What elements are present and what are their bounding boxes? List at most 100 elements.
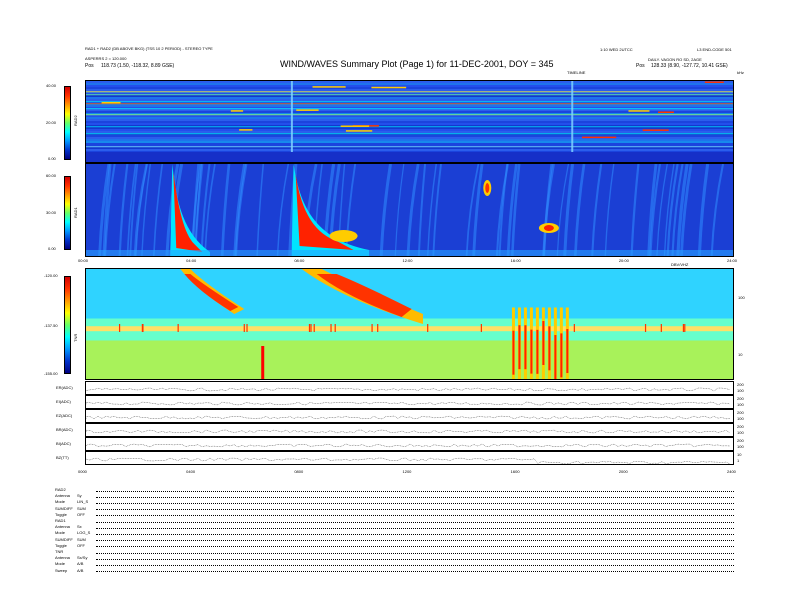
tnr-speck-5 — [330, 324, 332, 332]
bottom-time-axis: 0000 0400 0800 1200 1600 2000 2400 — [78, 468, 736, 478]
strip-2 — [85, 409, 734, 423]
summary-plot-page: RAD1 + RAD2 (DB ABOVE BKG) (TSS 10 2 PER… — [0, 0, 792, 612]
strip-3-label: BR(ADC) — [56, 427, 73, 432]
rad2-band-0 — [86, 91, 733, 93]
rad2-burst-0 — [290, 81, 293, 162]
tnr-burst-core-8 — [560, 333, 563, 378]
strip-1-line — [85, 401, 731, 406]
tnr-panel — [85, 268, 734, 380]
rad2-hotspot-10 — [101, 101, 121, 104]
strip-0-trace — [85, 387, 731, 392]
rad2-band-2 — [86, 101, 733, 103]
rad2-band-8 — [86, 146, 733, 148]
header-left-line1: RAD1 + RAD2 (DB ABOVE BKG) (TSS 10 2 PER… — [85, 46, 213, 51]
rad2-tick-mid: 20.00 — [46, 120, 57, 125]
rad2-hotspot-3 — [230, 110, 244, 112]
tnr-right-tick-100: 100 — [738, 295, 745, 300]
tnr-tick-bottom: -155.00 — [44, 371, 58, 376]
info-tnr-line-0-key: Antenna — [55, 555, 70, 561]
tnr-burst-core-2 — [524, 325, 527, 370]
rad2-spectrogram — [86, 81, 733, 162]
header-right-line2: L3 END-CODE 501 — [697, 47, 732, 52]
strip-2-label: EZ(ADC) — [56, 413, 73, 418]
rad1-tick-bottom: 0.00 — [48, 246, 56, 251]
info-tnr-line-2-value: A/B — [77, 567, 84, 573]
strip-4-label: BI(ADC) — [56, 441, 71, 446]
rad2-tick-top: 40.00 — [46, 83, 57, 88]
tnr-axis-label: TNR — [73, 333, 78, 342]
strip-3 — [85, 423, 734, 437]
rad2-band-7 — [86, 133, 733, 135]
time-axis: 00:00 04:00 08:00 12:00 16:00 20:00 24:00 — [78, 257, 738, 267]
page-title: WIND/WAVES Summary Plot (Page 1) for 11-… — [280, 59, 554, 69]
bottom-axis-tick-6: 2400 — [727, 469, 736, 474]
rad2-hotspot-13 — [371, 86, 407, 89]
info-tnr-line-0-value: Sx/Sy — [77, 555, 88, 561]
info-tnr-title: TNR — [55, 549, 64, 554]
info-tnr-line-1-value: A/B — [77, 561, 84, 567]
rad1-tick-mid: 30.00 — [46, 210, 57, 215]
info-tnr-line-1-key: Mode — [55, 561, 66, 567]
rad2-band-3 — [86, 103, 733, 105]
tnr-burst-core-4 — [536, 329, 539, 374]
info-tnr-line-2-key: Sweep — [55, 567, 68, 573]
tnr-speck-17 — [118, 324, 121, 332]
time-axis-tick-1: 04:00 — [186, 258, 197, 263]
header-right-pos-value: 128.33 (8.90, -127.72, 10.41 GSE) — [651, 63, 728, 69]
time-axis-tick-4: 16:00 — [510, 258, 521, 263]
tnr-speck-15 — [246, 324, 248, 332]
info-rad1-line-0-value: Sx — [77, 524, 82, 530]
tnr-speck-4 — [177, 324, 179, 332]
rad2-hotspot-12 — [704, 81, 724, 83]
rad2-hotspot-0 — [312, 86, 346, 88]
info-rad1-line-3-value: OFF — [77, 542, 85, 548]
info-rad1-line-0-dots — [96, 527, 734, 529]
tnr-speck-18 — [313, 324, 315, 332]
strip-4-right-tick-0: 200 — [737, 438, 744, 443]
strip-4-right-tick-1: 100 — [737, 444, 744, 449]
info-tnr-line-1-dots — [96, 564, 734, 566]
info-rad1-line-3-dots — [96, 546, 734, 548]
strip-0-label: ER(ADC) — [56, 385, 73, 390]
info-tnr-line-0-dots — [96, 558, 734, 560]
info-rad1-line-1-key: Mode — [55, 530, 66, 536]
strip-4-line — [85, 443, 731, 448]
strip-1-label: EI(ADC) — [56, 399, 71, 404]
tnr-speck-13 — [660, 324, 662, 332]
time-axis-tick-3: 12:00 — [402, 258, 413, 263]
strip-5-trace — [85, 457, 731, 465]
rad1-floor — [86, 250, 733, 256]
rad1-burst-4-core — [543, 225, 554, 231]
tnr-spike — [261, 346, 265, 379]
info-rad1-line-0-key: Antenna — [55, 524, 70, 530]
info-rad2-line-0-value: Sy — [77, 493, 82, 499]
rad1-tick-top: 60.00 — [46, 173, 57, 178]
strip-3-trace — [85, 429, 731, 434]
strip-3-line — [85, 429, 731, 434]
tnr-burst-core-0 — [512, 330, 515, 375]
strip-3-right-tick-0: 200 — [737, 424, 744, 429]
strip-0-right-tick-0: 200 — [737, 382, 744, 387]
time-axis-tick-6: 24:00 — [727, 258, 738, 263]
tnr-extra-label: DBV/VHZ — [671, 262, 689, 267]
info-rad1-line-3-key: Toggle — [55, 542, 67, 548]
header-right-line3: DAILY. VAGON RO SD, 2AGE — [648, 57, 702, 62]
rad2-floor — [86, 152, 733, 162]
strip-2-right-tick-0: 200 — [737, 410, 744, 415]
header-left-pos-label: Pos — [85, 63, 94, 69]
rad2-hotspot-6 — [628, 110, 650, 112]
tnr-speck-14 — [308, 324, 311, 332]
rad1-spectrogram — [86, 164, 733, 256]
strip-2-line — [85, 415, 731, 420]
bottom-axis-tick-0: 0000 — [78, 469, 87, 474]
tnr-speck-0 — [427, 324, 429, 332]
rad2-hotspot-8 — [582, 136, 617, 139]
tnr-speck-10 — [644, 324, 647, 332]
time-axis-tick-5: 20:00 — [618, 258, 629, 263]
strip-2-trace — [85, 415, 731, 420]
strip-0 — [85, 381, 734, 395]
header-left-pos-value: 118.73 (1.50, -118.32, 8.89 GSE) — [101, 63, 175, 69]
tnr-speck-8 — [684, 324, 686, 332]
strip-4-trace — [85, 443, 731, 448]
rad2-hotspot-2 — [345, 130, 373, 132]
